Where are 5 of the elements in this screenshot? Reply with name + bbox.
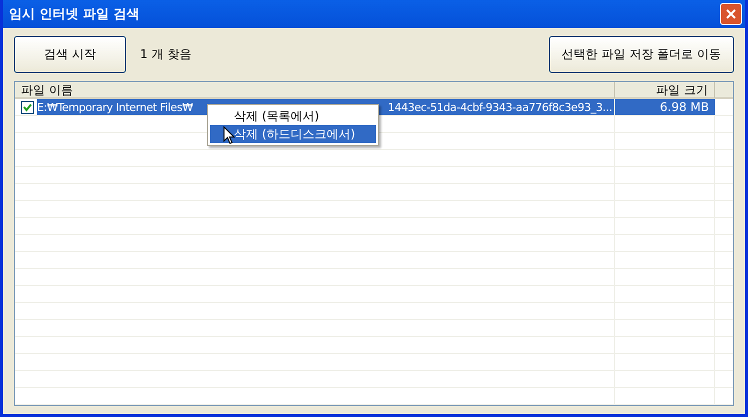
window-title: 임시 인터넷 파일 검색 [9,6,140,23]
file-size-cell: 6.98 MB [615,99,715,115]
file-path-text: 1443ec-51da-4cbf-9343-aa776f8c3e93_3... [388,100,612,114]
result-count: 1 개 찾음 [140,46,192,63]
file-path-text: E:₩Temporary Internet Files₩ [37,100,193,114]
